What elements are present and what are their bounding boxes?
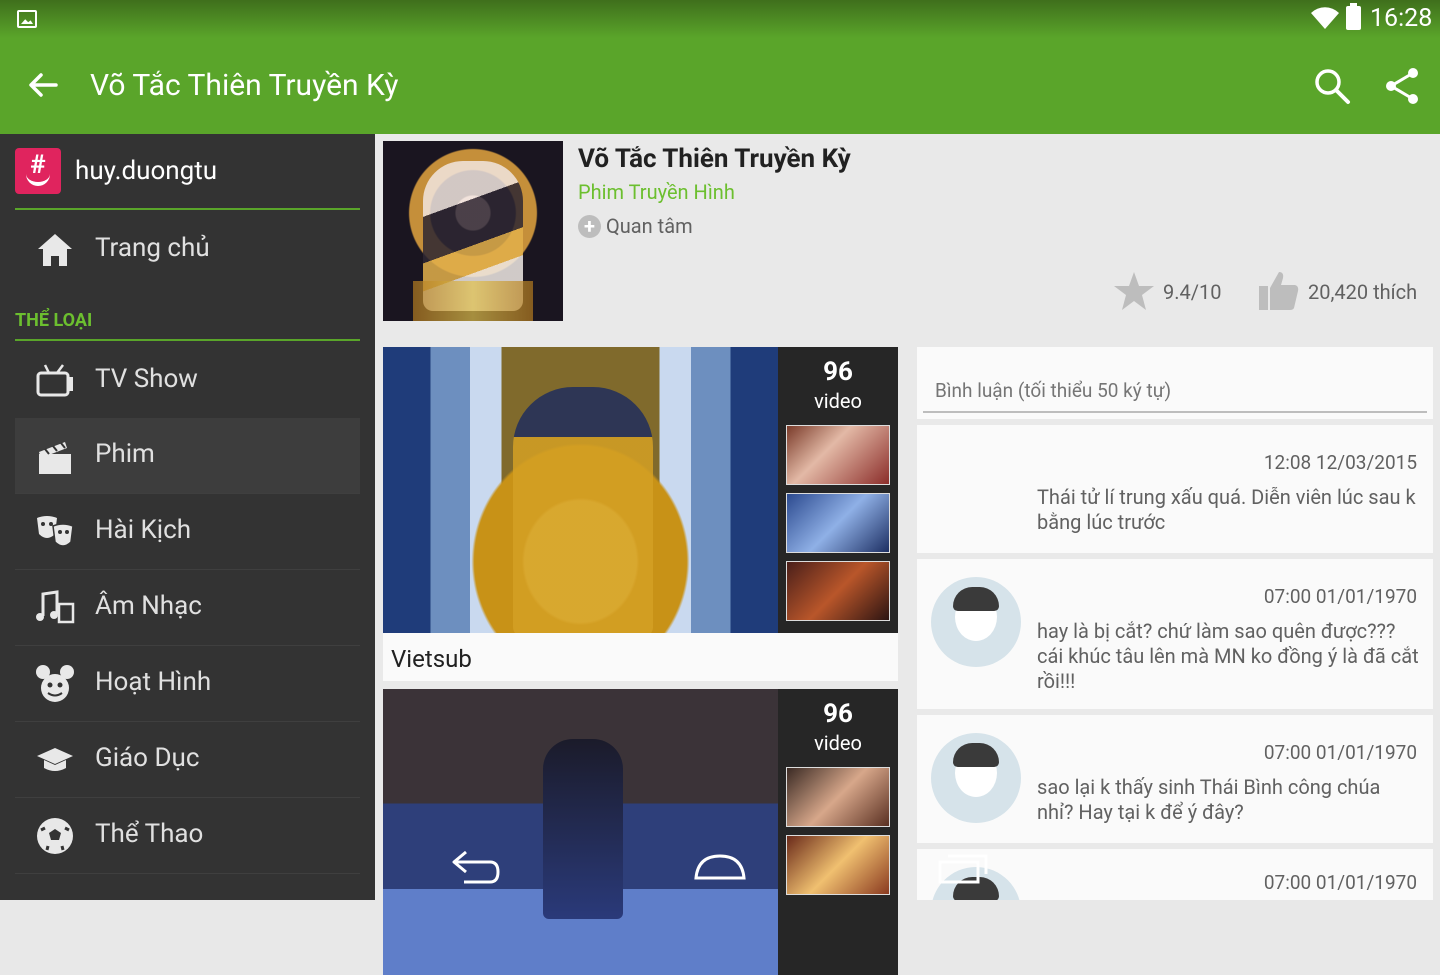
username: huy.duongtu xyxy=(75,156,218,186)
video-count-unit: video xyxy=(814,389,862,413)
playlist-thumbnail[interactable] xyxy=(383,347,778,633)
comment-time: 07:00 01/01/1970 xyxy=(1263,741,1417,764)
show-header: Võ Tắc Thiên Truyền Kỳ Phim Truyền Hình … xyxy=(375,134,1440,338)
comment-text: hay là bị cắt? chứ làm sao quên được??? … xyxy=(1037,619,1419,693)
drawer-item-giao-duc[interactable]: Giáo Dục xyxy=(15,722,360,798)
drawer-item-am-nhac[interactable]: Âm Nhạc xyxy=(15,570,360,646)
comment-item: 07:00 01/01/1970 xyxy=(917,849,1433,900)
drawer-item-label: TV Show xyxy=(95,364,198,394)
comment-item: 12:08 12/03/2015 Thái tử lí trung xấu qu… xyxy=(917,425,1433,553)
rating-value: 9.4/10 xyxy=(1163,280,1222,304)
comment-time: 07:00 01/01/1970 xyxy=(1263,585,1417,608)
video-playlist-card[interactable]: 96 video Vietsub xyxy=(383,347,898,681)
back-arrow-icon[interactable] xyxy=(26,68,60,102)
page-title: Võ Tắc Thiên Truyền Kỳ xyxy=(90,68,399,103)
drawer-item-tv-show[interactable]: TV Show xyxy=(15,343,360,419)
comment-text: sao lại k thấy sinh Thái Bình công chúa … xyxy=(1037,775,1381,824)
main-content: Võ Tắc Thiên Truyền Kỳ Phim Truyền Hình … xyxy=(375,134,1440,975)
video-count: 96 xyxy=(823,699,853,729)
drawer-item-label: Hài Kịch xyxy=(95,515,192,545)
comment-input[interactable] xyxy=(923,369,1427,413)
avatar[interactable] xyxy=(931,733,1021,823)
drawer-item-label: Phim xyxy=(95,439,155,469)
drawer-item-label: Hoạt Hình xyxy=(95,667,212,697)
section-header: THỂ LOẠI xyxy=(15,310,93,331)
plus-icon: + xyxy=(578,215,601,238)
music-icon xyxy=(36,590,75,624)
show-poster xyxy=(383,141,563,321)
drawer-item-label: Âm Nhạc xyxy=(95,591,202,621)
home-icon xyxy=(38,234,72,266)
account-header[interactable]: # huy.duongtu xyxy=(15,148,360,208)
status-bar: 16:28 xyxy=(0,0,1440,38)
picture-icon xyxy=(17,10,37,28)
mini-thumbnail[interactable] xyxy=(786,425,890,485)
drawer-item-phim[interactable]: Phim xyxy=(15,418,360,494)
show-title: Võ Tắc Thiên Truyền Kỳ xyxy=(578,144,851,174)
graduation-cap-icon xyxy=(37,748,73,771)
comment-time: 07:00 01/01/1970 xyxy=(1263,871,1417,894)
playlist-title: Vietsub xyxy=(391,645,472,673)
clock: 16:28 xyxy=(1370,4,1433,33)
comment-time: 12:08 12/03/2015 xyxy=(1263,451,1417,474)
playlist-thumbnail[interactable] xyxy=(383,689,778,975)
app-logo-icon: # xyxy=(15,148,61,194)
comments-panel: 12:08 12/03/2015 Thái tử lí trung xấu qu… xyxy=(917,347,1433,900)
star-icon xyxy=(1114,272,1154,310)
mini-thumbnail[interactable] xyxy=(786,835,890,895)
soccer-ball-icon xyxy=(37,818,73,854)
battery-icon xyxy=(1346,3,1361,30)
search-icon[interactable] xyxy=(1312,66,1352,106)
drawer-item-hoat-hinh[interactable]: Hoạt Hình xyxy=(15,646,360,722)
comment-compose xyxy=(917,347,1433,419)
theater-masks-icon xyxy=(37,516,74,547)
mini-thumbnail[interactable] xyxy=(786,561,890,621)
avatar[interactable] xyxy=(931,577,1021,667)
drawer-item-label: Giáo Dục xyxy=(95,743,200,773)
comment-text: Thái tử lí trung xấu quá. Diễn viên lúc … xyxy=(1037,485,1416,534)
mini-thumbnail[interactable] xyxy=(786,493,890,553)
show-genre[interactable]: Phim Truyền Hình xyxy=(578,180,735,204)
playlist-side-panel: 96 video xyxy=(778,689,898,975)
divider xyxy=(15,208,360,210)
drawer-item-label: Thể Thao xyxy=(95,819,204,849)
video-count: 96 xyxy=(823,357,853,387)
nav-back-icon[interactable] xyxy=(450,846,502,886)
drawer-item-home[interactable]: Trang chủ xyxy=(15,212,360,288)
follow-label: Quan tâm xyxy=(606,214,693,238)
drawer-item-hai-kich[interactable]: Hài Kịch xyxy=(15,494,360,570)
comment-item: 07:00 01/01/1970 hay là bị cắt? chứ làm … xyxy=(917,559,1433,709)
comment-item: 07:00 01/01/1970 sao lại k thấy sinh Thá… xyxy=(917,715,1433,843)
tv-icon xyxy=(36,364,73,397)
drawer-item-the-thao[interactable]: Thể Thao xyxy=(15,798,360,874)
clapperboard-icon xyxy=(39,442,71,474)
nav-home-icon[interactable] xyxy=(692,852,748,882)
wifi-icon xyxy=(1311,7,1339,29)
nav-recent-apps-icon[interactable] xyxy=(938,850,990,886)
app-bar: Võ Tắc Thiên Truyền Kỳ xyxy=(0,38,1440,134)
divider xyxy=(15,339,360,341)
navigation-drawer: # huy.duongtu Trang chủ THỂ LOẠI TV Show… xyxy=(0,134,375,900)
likes-count: 20,420 thích xyxy=(1308,280,1418,304)
share-icon[interactable] xyxy=(1382,66,1422,106)
video-count-unit: video xyxy=(814,731,862,755)
drawer-item-label: Trang chủ xyxy=(95,233,210,263)
playlist-side-panel: 96 video xyxy=(778,347,898,633)
thumbs-up-icon xyxy=(1259,272,1299,310)
mini-thumbnail[interactable] xyxy=(786,767,890,827)
mouse-cartoon-icon xyxy=(36,665,74,702)
